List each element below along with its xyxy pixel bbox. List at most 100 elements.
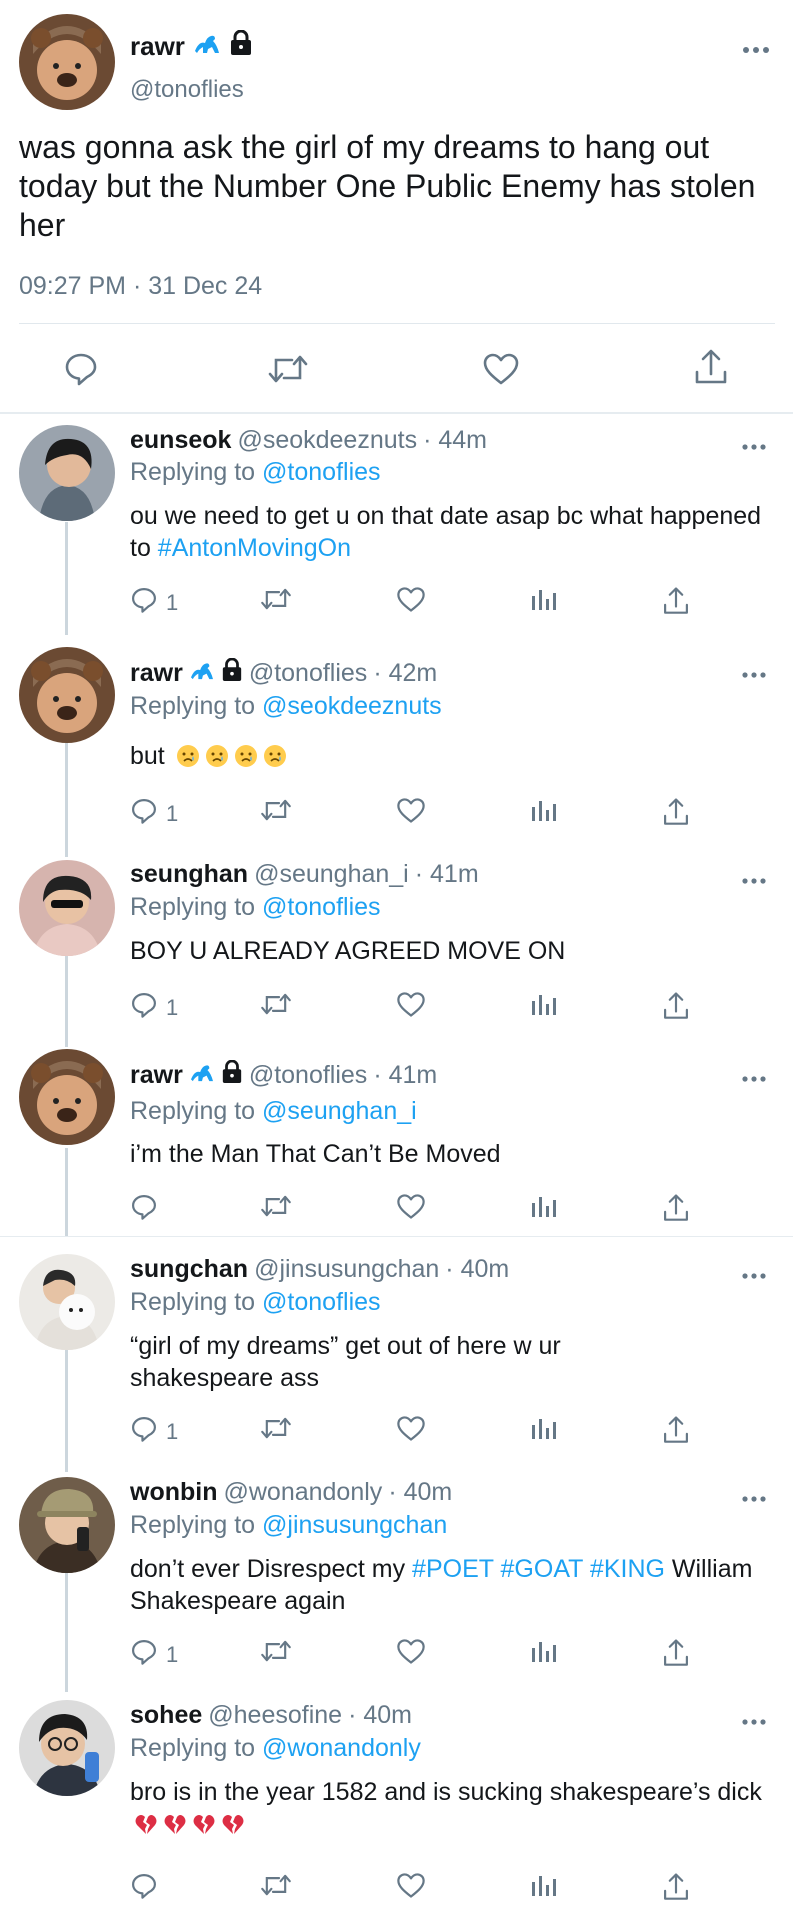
- like-button[interactable]: [396, 1638, 426, 1671]
- display-name[interactable]: sungchan: [130, 1255, 248, 1284]
- retweet-icon: [260, 1193, 292, 1225]
- reply-tweet: rawr @tonoflies · 41m Replying to @seung…: [0, 1040, 793, 1221]
- reply-button[interactable]: [130, 1193, 166, 1227]
- handle[interactable]: @seokdeeznuts: [237, 426, 417, 455]
- reply-time[interactable]: · 41m: [415, 860, 479, 889]
- replying-to-link[interactable]: @jinsusungchan: [262, 1511, 447, 1539]
- share-icon[interactable]: [693, 348, 729, 391]
- handle[interactable]: @heesofine: [208, 1701, 342, 1730]
- reply-time[interactable]: · 42m: [373, 659, 437, 688]
- reply-time[interactable]: · 44m: [423, 426, 487, 455]
- reply-time[interactable]: · 40m: [348, 1701, 412, 1730]
- display-name[interactable]: wonbin: [130, 1478, 217, 1507]
- like-button[interactable]: [396, 1415, 426, 1448]
- like-button[interactable]: [396, 991, 426, 1024]
- timestamp[interactable]: 09:27 PM · 31 Dec 24: [19, 272, 262, 301]
- handle[interactable]: @wonandonly: [223, 1478, 382, 1507]
- like-button[interactable]: [396, 1872, 426, 1905]
- avatar[interactable]: [19, 647, 115, 743]
- like-button[interactable]: [396, 797, 426, 830]
- reply-button[interactable]: 1: [130, 1415, 178, 1449]
- display-name[interactable]: rawr: [130, 31, 185, 62]
- more-icon[interactable]: [742, 42, 770, 53]
- share-button[interactable]: [662, 1193, 690, 1229]
- retweet-button[interactable]: [260, 991, 292, 1023]
- share-button[interactable]: [662, 1638, 690, 1674]
- share-button[interactable]: [662, 797, 690, 833]
- reply-button[interactable]: 1: [130, 991, 178, 1025]
- retweet-button[interactable]: [260, 586, 292, 618]
- more-icon[interactable]: [742, 666, 770, 678]
- reply-icon[interactable]: [63, 351, 99, 392]
- hashtag-link[interactable]: #AntonMovingOn: [158, 534, 351, 562]
- share-button[interactable]: [662, 1415, 690, 1451]
- retweet-button[interactable]: [260, 797, 292, 829]
- replying-to-link[interactable]: @seokdeeznuts: [262, 692, 442, 720]
- hashtag-link[interactable]: #KING: [590, 1555, 665, 1583]
- reply-button[interactable]: 1: [130, 586, 178, 620]
- reply-time[interactable]: · 40m: [445, 1255, 509, 1284]
- display-name[interactable]: eunseok: [130, 426, 231, 455]
- retweet-icon[interactable]: [268, 352, 308, 391]
- stats-icon: [530, 586, 556, 618]
- avatar[interactable]: [19, 1477, 115, 1573]
- avatar[interactable]: [19, 1049, 115, 1145]
- display-name[interactable]: rawr: [130, 659, 183, 688]
- hashtag-link[interactable]: #GOAT: [501, 1555, 583, 1583]
- handle[interactable]: @tonoflies: [249, 1061, 368, 1090]
- avatar[interactable]: [19, 860, 115, 956]
- avatar[interactable]: [19, 1254, 115, 1350]
- more-icon[interactable]: [742, 1490, 770, 1502]
- display-name[interactable]: seunghan: [130, 860, 248, 889]
- retweet-button[interactable]: [260, 1638, 292, 1670]
- handle[interactable]: @tonoflies: [249, 659, 368, 688]
- display-name[interactable]: sohee: [130, 1701, 202, 1730]
- more-icon[interactable]: [742, 872, 770, 884]
- hashtag-link[interactable]: #POET: [412, 1555, 494, 1583]
- handle[interactable]: @tonoflies: [130, 76, 244, 104]
- more-icon[interactable]: [742, 1070, 770, 1082]
- reply-count: 1: [166, 801, 179, 826]
- reply-text: bro is in the year 1582 and is sucking s…: [130, 1776, 780, 1840]
- broken-heart-emoji: [163, 1812, 187, 1836]
- reply-icon: [130, 1193, 158, 1227]
- stats-button[interactable]: [530, 1872, 556, 1904]
- replying-to-link[interactable]: @tonoflies: [262, 1288, 381, 1316]
- stats-button[interactable]: [530, 1193, 556, 1225]
- reply-time[interactable]: · 40m: [388, 1478, 452, 1507]
- reply-button[interactable]: 1: [130, 1638, 178, 1672]
- share-button[interactable]: [662, 1872, 690, 1908]
- handle[interactable]: @seunghan_i: [254, 860, 409, 889]
- avatar[interactable]: [19, 14, 115, 110]
- stats-button[interactable]: [530, 1638, 556, 1670]
- like-button[interactable]: [396, 586, 426, 619]
- replying-to-link[interactable]: @seunghan_i: [262, 1097, 417, 1125]
- retweet-button[interactable]: [260, 1872, 292, 1904]
- retweet-button[interactable]: [260, 1193, 292, 1225]
- reply-header: rawr @tonoflies · 42m: [130, 657, 437, 689]
- lock-icon: [221, 657, 243, 689]
- reply-button[interactable]: 1: [130, 797, 178, 831]
- share-button[interactable]: [662, 991, 690, 1027]
- like-icon[interactable]: [482, 352, 520, 391]
- retweet-button[interactable]: [260, 1415, 292, 1447]
- divider: [0, 412, 793, 414]
- reply-button[interactable]: [130, 1872, 166, 1906]
- more-icon[interactable]: [742, 438, 770, 450]
- avatar[interactable]: [19, 1700, 115, 1796]
- replying-to-link[interactable]: @wonandonly: [262, 1734, 421, 1762]
- reply-time[interactable]: · 41m: [373, 1061, 437, 1090]
- more-icon[interactable]: [742, 1267, 770, 1279]
- share-button[interactable]: [662, 586, 690, 622]
- avatar[interactable]: [19, 425, 115, 521]
- replying-to-link[interactable]: @tonoflies: [262, 458, 381, 486]
- display-name[interactable]: rawr: [130, 1061, 183, 1090]
- stats-button[interactable]: [530, 991, 556, 1023]
- like-button[interactable]: [396, 1193, 426, 1226]
- stats-button[interactable]: [530, 1415, 556, 1447]
- stats-button[interactable]: [530, 797, 556, 829]
- handle[interactable]: @jinsusungchan: [254, 1255, 439, 1284]
- more-icon[interactable]: [742, 1713, 770, 1725]
- replying-to-link[interactable]: @tonoflies: [262, 893, 381, 921]
- stats-button[interactable]: [530, 586, 556, 618]
